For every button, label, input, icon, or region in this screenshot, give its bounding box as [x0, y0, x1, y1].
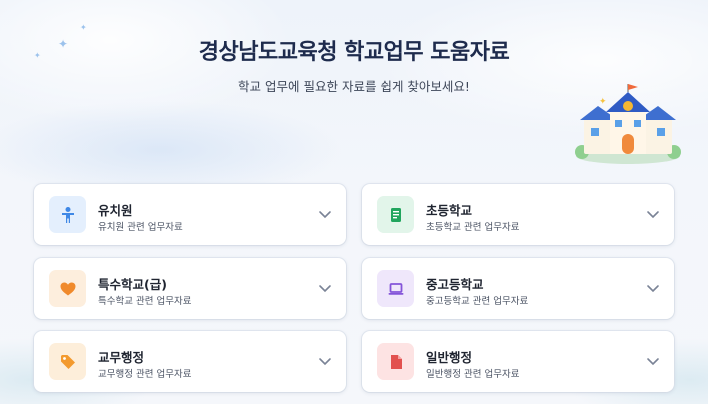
category-card-special-school[interactable]: 특수학교(급) 특수학교 관련 업무자료 [34, 258, 346, 319]
book-icon [377, 196, 414, 233]
card-description: 특수학교 관련 업무자료 [98, 296, 192, 307]
card-description: 일반행정 관련 업무자료 [426, 369, 520, 380]
document-icon [377, 343, 414, 380]
card-title: 교무행정 [98, 350, 145, 365]
school-building-icon [575, 84, 681, 164]
card-title: 특수학교(급) [98, 277, 167, 292]
card-description: 유치원 관련 업무자료 [98, 222, 183, 233]
heart-icon [49, 270, 86, 307]
chevron-down-icon[interactable] [646, 207, 660, 221]
chevron-down-icon[interactable] [318, 354, 332, 368]
card-title: 일반행정 [426, 350, 473, 365]
card-title: 초등학교 [426, 203, 473, 218]
chevron-down-icon[interactable] [318, 207, 332, 221]
category-card-secondary[interactable]: 중고등학교 중고등학교 관련 업무자료 [362, 258, 674, 319]
chevron-down-icon[interactable] [646, 281, 660, 295]
child-icon [49, 196, 86, 233]
category-card-elementary[interactable]: 초등학교 초등학교 관련 업무자료 [362, 184, 674, 245]
card-title: 중고등학교 [426, 277, 484, 292]
page-title: 경상남도교육청 학교업무 도움자료 [198, 40, 510, 65]
sparkle-icon: ✦ [80, 23, 87, 32]
chevron-down-icon[interactable] [318, 281, 332, 295]
card-description: 교무행정 관련 업무자료 [98, 369, 192, 380]
chevron-down-icon[interactable] [646, 354, 660, 368]
card-description: 중고등학교 관련 업무자료 [426, 296, 529, 307]
card-description: 초등학교 관련 업무자료 [426, 222, 520, 233]
category-card-general-admin[interactable]: 일반행정 일반행정 관련 업무자료 [362, 331, 674, 392]
category-card-kindergarten[interactable]: 유치원 유치원 관련 업무자료 [34, 184, 346, 245]
laptop-icon [377, 270, 414, 307]
category-card-academic-admin[interactable]: 교무행정 교무행정 관련 업무자료 [34, 331, 346, 392]
card-title: 유치원 [98, 203, 133, 218]
tag-icon [49, 343, 86, 380]
